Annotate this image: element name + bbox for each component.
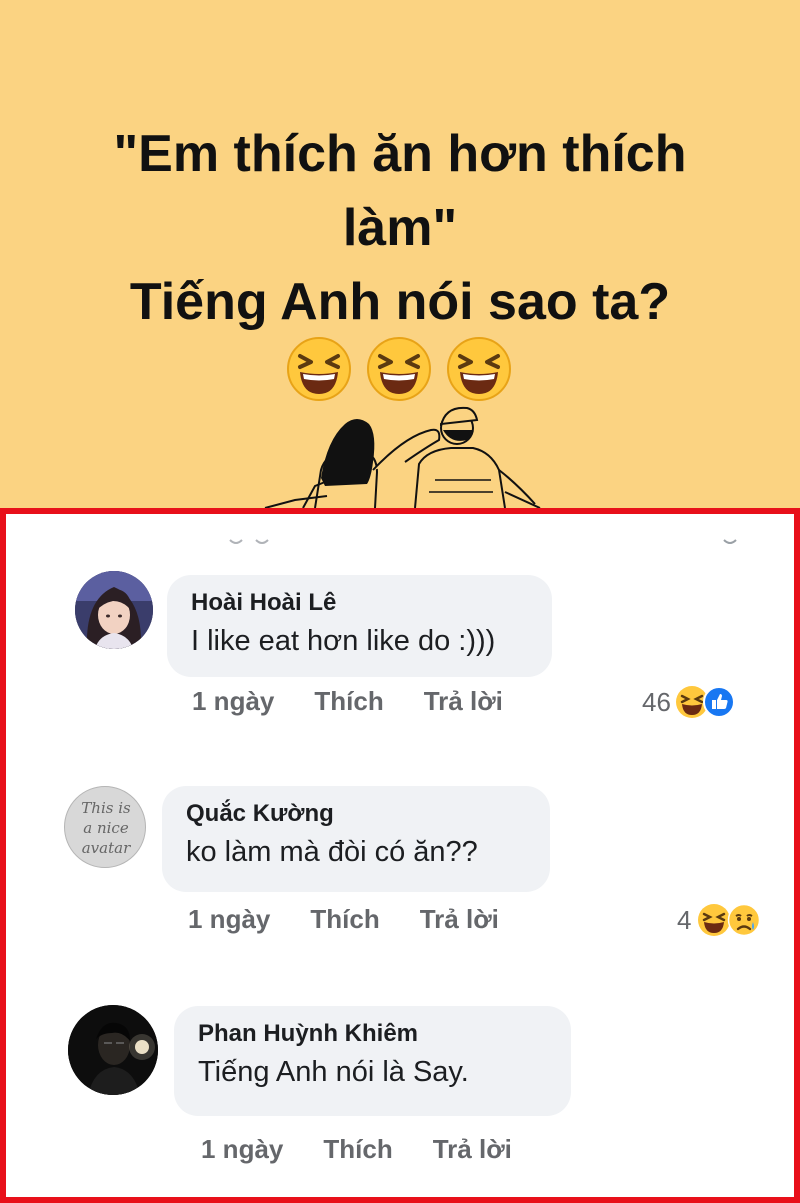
reply-comment-button[interactable]: Trả lời <box>433 1134 512 1165</box>
comment-text: I like eat hơn like do :))) <box>191 625 496 657</box>
comment-actions: 1 ngày Thích Trả lời <box>201 1134 512 1165</box>
comment-item: Phan Huỳnh Khiêm Tiếng Anh nói là Say. 1… <box>6 964 794 1197</box>
like-comment-button[interactable]: Thích <box>314 686 383 717</box>
comment-actions: 1 ngày Thích Trả lời <box>192 686 503 717</box>
headline-line-1: "Em thích ăn hơn thích <box>113 125 687 183</box>
comment-timestamp[interactable]: 1 ngày <box>201 1134 283 1165</box>
comment-bubble: Quắc Kường ko làm mà đòi có ăn?? <box>162 786 550 892</box>
laughing-emoji-icon <box>287 337 351 401</box>
emoji-row <box>0 336 800 402</box>
post-image-banner: "Em thích ăn hơn thích làm" Tiếng Anh nó… <box>0 0 800 508</box>
comment-item: Hoài Hoài Lê I like eat hơn like do :)))… <box>6 514 794 734</box>
laughing-emoji-icon <box>447 337 511 401</box>
comments-panel: Hoài Hoài Lê I like eat hơn like do :)))… <box>0 508 800 1203</box>
comment-author[interactable]: Quắc Kường <box>186 800 528 828</box>
haha-reaction-icon <box>698 904 731 936</box>
avatar-placeholder-icon: This is a nice avatar <box>81 799 131 857</box>
comment-bubble: Phan Huỳnh Khiêm Tiếng Anh nói là Say. <box>174 1006 571 1116</box>
comment-text: Tiếng Anh nói là Say. <box>198 1056 469 1088</box>
reaction-count: 46 <box>642 686 671 717</box>
profile-photo-icon <box>75 571 153 649</box>
comment-reactions[interactable]: 46 <box>642 685 735 719</box>
like-comment-button[interactable]: Thích <box>323 1134 392 1165</box>
avatar[interactable]: This is a nice avatar <box>64 786 146 868</box>
svg-text:a nice: a nice <box>83 819 129 837</box>
comment-actions: 1 ngày Thích Trả lời <box>188 904 499 935</box>
reply-comment-button[interactable]: Trả lời <box>420 904 499 935</box>
comment-text: ko làm mà đòi có ăn?? <box>186 836 478 868</box>
comment-item: This is a nice avatar Quắc Kường ko làm … <box>6 734 794 964</box>
sad-reaction-icon <box>728 903 761 937</box>
laughing-emoji-icon <box>367 337 431 401</box>
comment-timestamp[interactable]: 1 ngày <box>188 904 270 935</box>
comment-timestamp[interactable]: 1 ngày <box>192 686 274 717</box>
headline-line-3: Tiếng Anh nói sao ta? <box>129 272 671 331</box>
comment-bubble: Hoài Hoài Lê I like eat hơn like do :))) <box>167 575 552 677</box>
like-reaction-icon <box>702 686 735 718</box>
profile-photo-icon <box>68 1005 158 1095</box>
svg-text:avatar: avatar <box>82 839 131 857</box>
like-comment-button[interactable]: Thích <box>310 904 379 935</box>
reaction-count: 4 <box>677 904 692 935</box>
comment-author[interactable]: Phan Huỳnh Khiêm <box>198 1020 549 1048</box>
comment-author[interactable]: Hoài Hoài Lê <box>191 589 530 617</box>
headline-line-2: làm" <box>342 198 458 257</box>
couple-illustration <box>264 406 541 508</box>
reply-comment-button[interactable]: Trả lời <box>424 686 503 717</box>
avatar[interactable] <box>75 571 153 649</box>
avatar[interactable] <box>68 1005 158 1095</box>
post-headline: "Em thích ăn hơn thích làm" Tiếng Anh nó… <box>40 118 760 339</box>
comment-reactions[interactable]: 4 <box>677 903 761 937</box>
svg-text:This is: This is <box>81 799 131 817</box>
